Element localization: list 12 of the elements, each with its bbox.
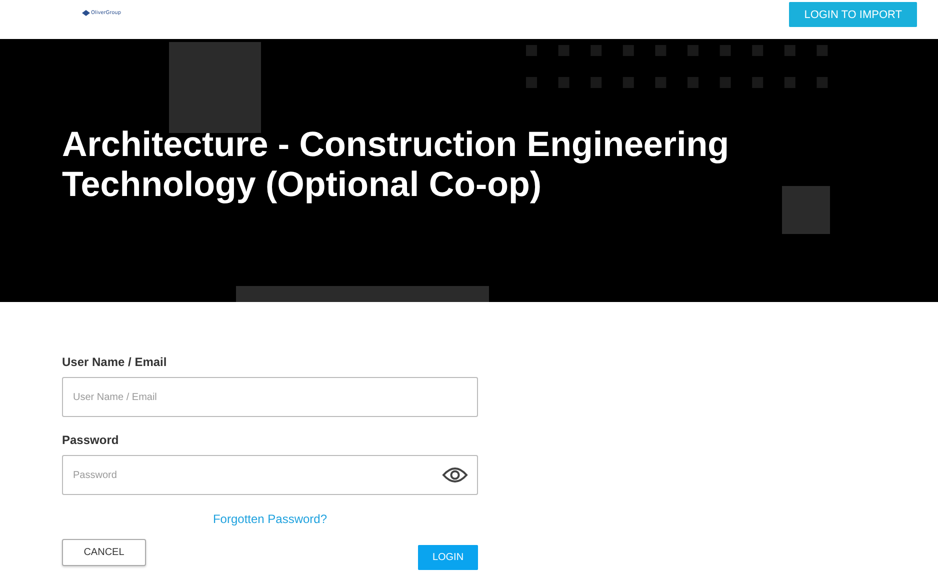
eye-icon[interactable] [442,466,468,484]
login-to-import-button[interactable]: LOGIN TO IMPORT [789,2,917,27]
cancel-button[interactable]: CANCEL [62,539,146,566]
page-title: Architecture - Construction Engineering Technology (Optional Co-op) [62,124,730,204]
login-button[interactable]: LOGIN [418,545,478,570]
field-label: Password [62,433,120,447]
input-field[interactable]: User Name / Email [62,377,478,417]
logo-icon [82,10,90,16]
field-label: User Name / Email [62,355,168,369]
password-field[interactable]: Password [62,455,478,495]
decor-square [782,186,830,234]
forgot-password-link[interactable]: Forgotten Password? [212,512,328,526]
